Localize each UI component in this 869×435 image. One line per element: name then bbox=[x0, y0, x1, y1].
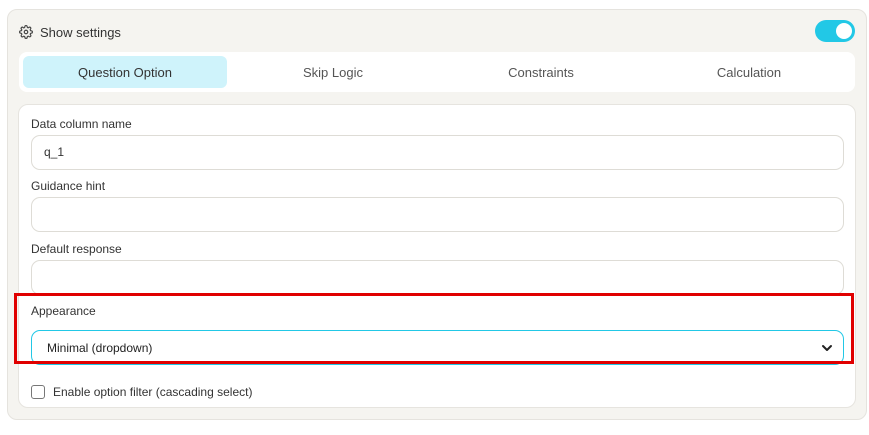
chevron-down-icon bbox=[821, 342, 833, 354]
tab-question-option[interactable]: Question Option bbox=[23, 56, 227, 88]
option-filter-label: Enable option filter (cascading select) bbox=[53, 385, 253, 399]
data-column-input[interactable]: q_1 bbox=[31, 135, 844, 170]
data-column-label: Data column name bbox=[31, 117, 132, 131]
appearance-select[interactable]: Minimal (dropdown) bbox=[31, 330, 844, 365]
question-option-form: Data column name q_1 Guidance hint Defau… bbox=[18, 104, 856, 408]
tab-skip-logic[interactable]: Skip Logic bbox=[231, 56, 435, 88]
guidance-hint-label: Guidance hint bbox=[31, 179, 106, 193]
tab-calculation[interactable]: Calculation bbox=[647, 56, 851, 88]
settings-header[interactable]: Show settings bbox=[19, 22, 121, 42]
default-response-label: Default response bbox=[31, 242, 122, 256]
show-settings-toggle[interactable] bbox=[815, 20, 855, 42]
gear-icon bbox=[19, 25, 33, 39]
tab-constraints[interactable]: Constraints bbox=[439, 56, 643, 88]
default-response-input[interactable] bbox=[31, 260, 844, 295]
settings-title: Show settings bbox=[40, 24, 121, 40]
appearance-selected-value: Minimal (dropdown) bbox=[47, 340, 153, 355]
option-filter-checkbox[interactable] bbox=[31, 385, 45, 399]
toggle-knob bbox=[836, 23, 852, 39]
settings-tabs: Question Option Skip Logic Constraints C… bbox=[19, 52, 855, 92]
appearance-label: Appearance bbox=[31, 304, 96, 318]
option-filter-row[interactable]: Enable option filter (cascading select) bbox=[31, 385, 252, 399]
guidance-hint-input[interactable] bbox=[31, 197, 844, 232]
settings-panel: Show settings Question Option Skip Logic… bbox=[7, 9, 867, 420]
